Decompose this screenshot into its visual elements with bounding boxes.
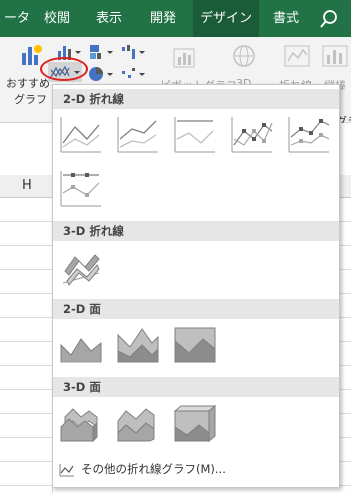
section-3d-area-title: 3-D 面 [63, 380, 101, 394]
column-header-h[interactable]: H [22, 178, 32, 193]
pie-chart-button[interactable] [88, 65, 114, 83]
3d-percent-stacked-area-chart-icon[interactable] [173, 403, 217, 443]
section-3d-area: 3-D 面 [53, 377, 339, 397]
percent-stacked-line-with-markers-chart-icon[interactable] [59, 169, 103, 209]
section-2d-area-title: 2-D 面 [63, 302, 101, 316]
stacked-area-chart-icon[interactable] [116, 325, 160, 365]
section-2d-line-title: 2-D 折れ線 [63, 92, 124, 106]
tab-design[interactable]: デザイン [193, 0, 259, 37]
hierarchy-chart-button[interactable] [88, 43, 114, 61]
section-2d-area: 2-D 面 [53, 299, 339, 319]
recommended-charts-label-2: グラフ [14, 93, 47, 106]
tab-developer[interactable]: 開発 [150, 0, 176, 37]
tab-data[interactable]: ータ [0, 0, 38, 37]
pivot-chart-icon[interactable] [172, 43, 196, 69]
percent-stacked-line-chart-icon[interactable] [173, 115, 217, 155]
search-icon[interactable] [318, 8, 342, 30]
3d-area-chart-icon[interactable] [59, 403, 103, 443]
ribbon-tab-bar: ータ 校閲 表示 開発 デザイン 書式 [0, 0, 351, 37]
tab-view[interactable]: 表示 [96, 0, 122, 37]
3d-line-chart-icon[interactable] [59, 247, 103, 287]
tab-review[interactable]: 校閲 [44, 0, 70, 37]
more-line-charts-label: その他の折れ線グラフ(M)... [81, 462, 226, 476]
highlight-ring [40, 57, 88, 81]
3d-stacked-area-chart-icon[interactable] [116, 403, 160, 443]
line-chart-small-icon [59, 461, 75, 485]
waterfall-chart-button[interactable] [120, 43, 146, 61]
more-line-charts-menu-item[interactable]: その他の折れ線グラフ(M)... [53, 457, 339, 481]
section-3d-line: 3-D 折れ線 [53, 221, 339, 241]
recommended-charts-label-1: おすすめ [6, 77, 50, 90]
section-2d-line: 2-D 折れ線 [53, 89, 339, 109]
line-chart-icon[interactable] [59, 115, 103, 155]
line-chart-gallery: 2-D 折れ線 3-D 折れ線 2-D 面 3-D 面 その他の折れ線グラフ(M… [52, 84, 340, 488]
tab-format[interactable]: 書式 [273, 0, 299, 37]
recommended-charts-icon[interactable] [20, 43, 44, 67]
sparkline-column-icon[interactable] [322, 43, 348, 69]
stacked-line-chart-icon[interactable] [116, 115, 160, 155]
scatter-chart-button[interactable] [120, 65, 146, 83]
area-chart-icon[interactable] [59, 325, 103, 365]
percent-stacked-area-chart-icon[interactable] [173, 325, 217, 365]
stacked-line-with-markers-chart-icon[interactable] [287, 115, 331, 155]
3d-map-icon[interactable] [232, 43, 256, 69]
line-with-markers-chart-icon[interactable] [230, 115, 274, 155]
sparkline-line-icon[interactable] [284, 43, 310, 69]
section-3d-line-title: 3-D 折れ線 [63, 224, 124, 238]
